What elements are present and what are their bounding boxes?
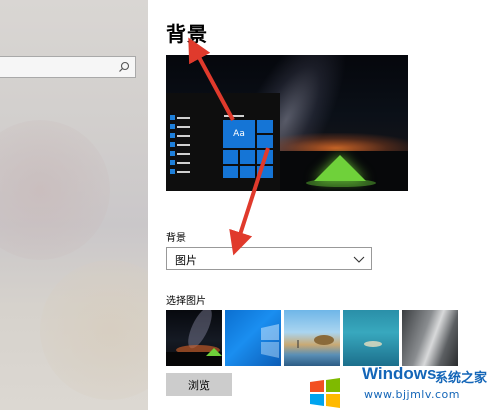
tile: [239, 149, 256, 165]
tile: [256, 134, 274, 149]
search-icon[interactable]: [118, 61, 130, 73]
tile: [222, 149, 239, 165]
start-menu-mockup: Aa: [166, 93, 280, 191]
tent: [314, 155, 366, 181]
thumbnail-night-sky[interactable]: [166, 310, 222, 366]
left-navigation-pane: [0, 0, 148, 410]
mockup-tiles: Aa: [222, 119, 278, 185]
search-input[interactable]: [0, 58, 111, 79]
tile: [256, 165, 274, 179]
watermark-title: Windows: [362, 364, 437, 383]
background-type-dropdown[interactable]: 图片: [166, 247, 372, 270]
thumbnail-windows-blue[interactable]: [225, 310, 281, 366]
blur-decoration: [40, 260, 148, 400]
blur-decoration: [0, 120, 110, 260]
desktop-preview: Aa: [166, 55, 408, 191]
sample-text-tile: Aa: [222, 119, 256, 149]
tile: [256, 119, 274, 134]
dropdown-value: 图片: [175, 254, 197, 267]
mockup-line: [224, 115, 244, 117]
chevron-down-icon: [353, 256, 365, 263]
browse-button[interactable]: 浏览: [166, 373, 232, 396]
page-title: 背景: [166, 22, 208, 46]
choose-picture-label: 选择图片: [166, 296, 206, 307]
mockup-sidebar: [170, 113, 192, 185]
search-box[interactable]: [0, 56, 136, 79]
windows-logo: [300, 378, 354, 408]
watermark-subtitle: 系统之家: [435, 371, 488, 386]
tile: [256, 149, 274, 165]
background-label: 背景: [166, 233, 186, 244]
tile: [222, 165, 239, 179]
tile: [239, 165, 256, 179]
watermark-url: www.bjjmlv.com: [364, 388, 460, 401]
watermark: Windows 系统之家 www.bjjmlv.com: [296, 358, 500, 410]
